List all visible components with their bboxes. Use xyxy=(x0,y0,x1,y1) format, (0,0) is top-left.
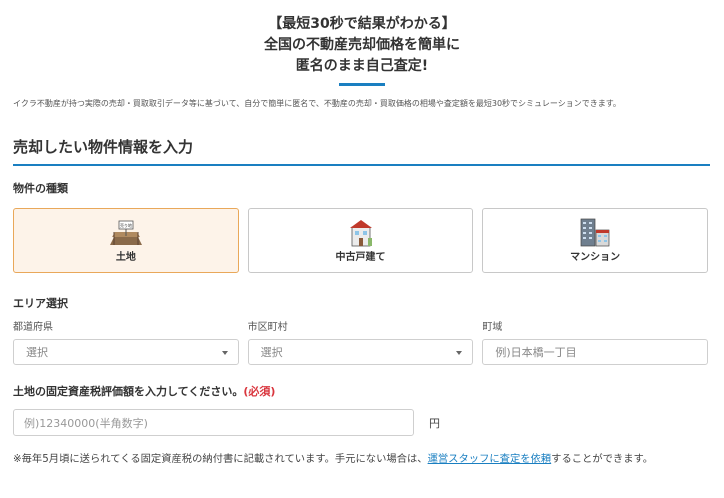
type-option-mansion-label: マンション xyxy=(570,252,621,263)
prefecture-select-value: 選択 xyxy=(26,346,48,359)
property-type-label: 物件の種類 xyxy=(13,182,68,195)
chevron-down-icon xyxy=(456,351,463,355)
note-text-after: することができます。 xyxy=(551,453,654,465)
hero-underline xyxy=(339,83,385,86)
prefecture-label: 都道府県 xyxy=(13,322,53,333)
hero-line-3: 匿名のまま自己査定! xyxy=(295,58,429,74)
land-icon: 売り地 xyxy=(109,220,142,245)
house-icon xyxy=(349,220,372,247)
tax-value-label-text: 土地の固定資産税評価額を入力してください。 xyxy=(13,385,244,398)
area-label: エリア選択 xyxy=(13,297,68,310)
town-field: 町域 例)日本橋一丁目 xyxy=(482,318,709,365)
property-type-options: 売り地 土地 中古戸建て マンション xyxy=(13,208,709,273)
tax-value-row: 例)12340000(半角数字) 円 xyxy=(13,409,440,436)
section-title: 売却したい物件情報を入力 xyxy=(13,136,710,166)
prefecture-select[interactable]: 選択 xyxy=(13,339,239,365)
yen-unit: 円 xyxy=(429,416,440,430)
hero-line-1: 【最短30秒で結果がわかる】 xyxy=(268,16,456,32)
chevron-down-icon xyxy=(221,351,228,355)
note-text: ※毎年5月頃に送られてくる固定資産税の納付書に記載されています。手元にない場合は… xyxy=(13,448,713,470)
town-input[interactable]: 例)日本橋一丁目 xyxy=(482,339,709,365)
tax-value-input[interactable]: 例)12340000(半角数字) xyxy=(13,409,414,436)
city-select[interactable]: 選択 xyxy=(247,339,474,365)
type-option-house-label: 中古戸建て xyxy=(335,252,386,263)
mansion-icon xyxy=(580,218,610,247)
type-option-house[interactable]: 中古戸建て xyxy=(247,208,474,273)
city-field: 市区町村 選択 xyxy=(247,318,474,365)
note-text-before: ※毎年5月頃に送られてくる固定資産税の納付書に記載されています。手元にない場合は… xyxy=(13,453,428,465)
lead-text: イクラ不動産が持つ実際の売却・買取取引データ等に基づいて、自分で簡単に匿名で、不… xyxy=(13,99,621,108)
type-option-land[interactable]: 売り地 土地 xyxy=(13,208,239,273)
city-select-value: 選択 xyxy=(260,346,283,359)
area-fields: 都道府県 選択 市区町村 選択 町域 例)日本橋一丁目 xyxy=(13,318,709,365)
town-input-placeholder: 例)日本橋一丁目 xyxy=(495,346,577,359)
hero: 【最短30秒で結果がわかる】 全国の不動産売却価格を簡単に 匿名のまま自己査定! xyxy=(0,0,724,86)
city-label: 市区町村 xyxy=(247,322,288,333)
type-option-land-label: 土地 xyxy=(115,252,136,263)
tax-value-placeholder: 例)12340000(半角数字) xyxy=(24,416,148,430)
required-badge: (必須) xyxy=(243,385,276,398)
prefecture-field: 都道府県 選択 xyxy=(13,318,239,365)
request-staff-link[interactable]: 運営スタッフに査定を依頼 xyxy=(428,453,552,465)
land-sign: 売り地 xyxy=(120,222,132,228)
type-option-mansion[interactable]: マンション xyxy=(482,208,709,273)
town-label: 町域 xyxy=(482,322,503,333)
hero-line-2: 全国の不動産売却価格を簡単に xyxy=(264,37,460,53)
tax-value-label: 土地の固定資産税評価額を入力してください。(必須) xyxy=(13,383,275,399)
